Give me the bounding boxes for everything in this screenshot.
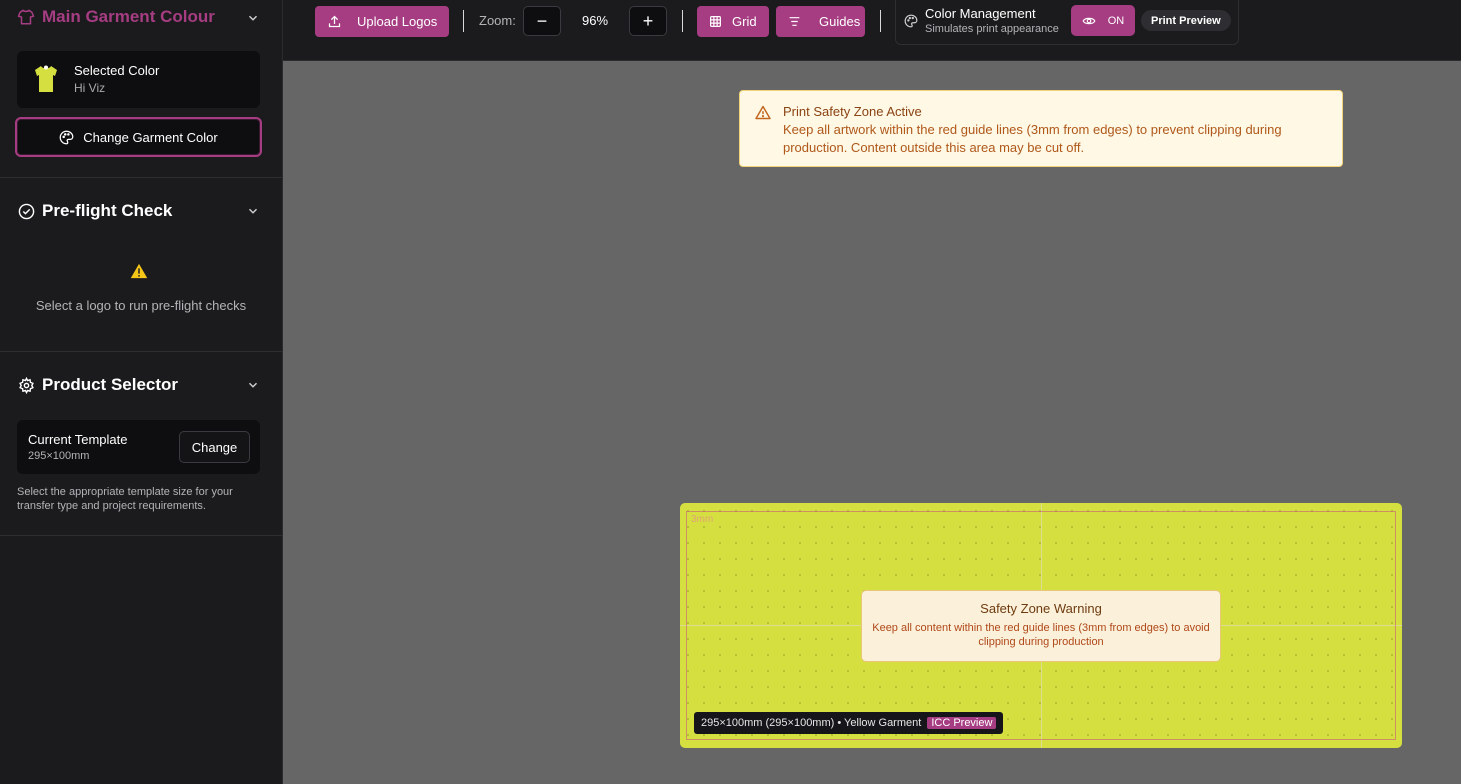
current-template-label: Current Template — [28, 432, 128, 447]
selected-color-label: Selected Color — [74, 63, 160, 78]
chevron-down-icon[interactable] — [246, 11, 260, 25]
garment-colour-title: Main Garment Colour — [42, 6, 215, 26]
toolbar: Upload Logos Zoom: − 96% + Grid Guides C… — [283, 0, 1461, 61]
product-selector-title: Product Selector — [42, 375, 179, 394]
sidebar: Main Garment Colour Selected Color Hi Vi… — [0, 0, 283, 784]
zoom-label: Zoom: — [479, 13, 516, 28]
design-canvas[interactable]: 3mm Safety Zone Warning Keep all content… — [680, 503, 1402, 748]
palette-icon — [59, 130, 74, 145]
current-template-card: Current Template 295×100mm Change — [17, 420, 260, 474]
product-selector-section: Product Selector Current Template 295×10… — [0, 352, 282, 536]
zoom-out-button[interactable]: − — [523, 6, 561, 36]
grid-label: Grid — [732, 14, 757, 29]
banner-body: Keep all artwork within the red guide li… — [783, 122, 1282, 155]
preflight-message: Select a logo to run pre-flight checks — [35, 298, 247, 313]
grid-icon — [709, 15, 722, 28]
margin-label: 3mm — [691, 514, 714, 525]
color-management-toggle[interactable]: ON — [1071, 5, 1135, 36]
safety-zone-warning-title: Safety Zone Warning — [980, 601, 1102, 616]
product-selector-header[interactable]: Product Selector — [0, 367, 282, 403]
eye-icon — [1082, 14, 1096, 28]
upload-logos-button[interactable]: Upload Logos — [315, 6, 449, 37]
icc-preview-badge: ICC Preview — [927, 717, 997, 729]
check-circle-icon — [17, 202, 35, 220]
current-template-value: 295×100mm — [28, 450, 90, 462]
change-garment-color-label: Change Garment Color — [83, 129, 218, 145]
guides-toggle-button[interactable]: Guides — [776, 6, 865, 37]
preflight-title: Pre-flight Check — [42, 201, 173, 220]
divider — [682, 10, 683, 32]
selected-color-value: Hi Viz — [74, 81, 106, 95]
color-management-subtitle: Simulates print appearance — [925, 23, 1059, 35]
preflight-section: Pre-flight Check Select a logo to run pr… — [0, 178, 282, 352]
safety-zone-warning-body: Keep all content within the red guide li… — [872, 622, 1210, 648]
grid-toggle-button[interactable]: Grid — [697, 6, 769, 37]
garment-colour-header[interactable]: Main Garment Colour — [0, 0, 282, 33]
warning-icon — [130, 263, 148, 284]
garment-swatch-icon — [33, 64, 59, 99]
shirt-icon — [17, 8, 35, 26]
print-preview-badge[interactable]: Print Preview — [1141, 10, 1231, 31]
safety-zone-banner: Print Safety Zone Active Keep all artwor… — [739, 90, 1343, 167]
zoom-in-button[interactable]: + — [629, 6, 667, 36]
chevron-down-icon[interactable] — [246, 378, 260, 392]
banner-title: Print Safety Zone Active — [783, 104, 922, 119]
toggle-label: ON — [1107, 14, 1125, 27]
change-garment-color-button[interactable]: Change Garment Color — [15, 117, 262, 157]
upload-icon — [327, 14, 342, 29]
warning-triangle-icon — [755, 105, 771, 125]
guides-label: Guides — [819, 14, 861, 29]
garment-colour-section: Main Garment Colour Selected Color Hi Vi… — [0, 0, 282, 178]
dimensions-text: 295×100mm (295×100mm) • Yellow Garment — [701, 717, 922, 729]
palette-icon — [904, 14, 918, 33]
selected-color-card: Selected Color Hi Viz — [17, 51, 260, 108]
color-management-panel: Color Management Simulates print appeara… — [895, 0, 1239, 45]
upload-logos-label: Upload Logos — [357, 14, 438, 29]
divider — [463, 10, 464, 32]
guides-icon — [788, 15, 801, 28]
divider — [880, 10, 881, 32]
safety-zone-warning: Safety Zone Warning Keep all content wit… — [861, 590, 1221, 662]
zoom-value: 96% — [581, 13, 609, 28]
template-help-text: Select the appropriate template size for… — [17, 486, 233, 512]
preflight-header[interactable]: Pre-flight Check — [0, 193, 282, 229]
chevron-down-icon[interactable] — [246, 204, 260, 218]
canvas-dimensions-label: 295×100mm (295×100mm) • Yellow Garment I… — [694, 712, 1004, 734]
color-management-title: Color Management — [925, 6, 1036, 21]
gear-icon — [17, 376, 35, 394]
change-template-button[interactable]: Change — [179, 431, 250, 463]
